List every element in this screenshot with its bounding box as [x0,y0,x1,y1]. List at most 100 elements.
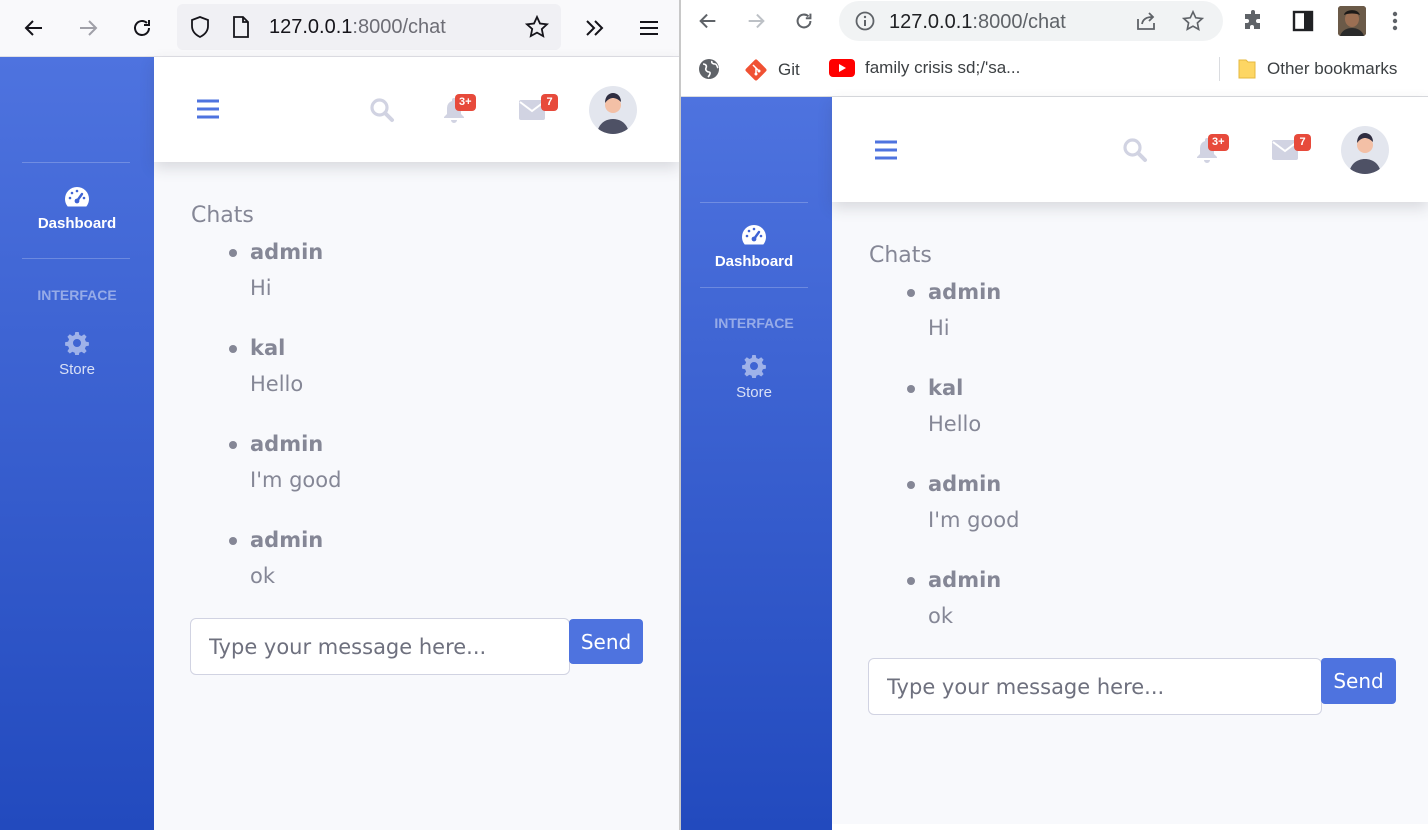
sidebar-item-dashboard[interactable]: Dashboard [681,223,827,270]
message-user: admin [250,528,324,552]
message-text: Hello [928,412,982,436]
message-text: I'm good [928,508,1020,532]
message-input[interactable] [190,618,570,675]
bookmark-other-folder[interactable]: Other bookmarks [1237,58,1397,80]
sidebar-item-store[interactable]: Store [0,331,154,378]
tachometer-icon [740,223,768,247]
info-icon[interactable] [855,11,875,31]
bookmarks-divider [1219,57,1220,81]
bullet [907,577,915,585]
bullet [907,289,915,297]
tachometer-icon [63,185,91,209]
sidebar-item-store[interactable]: Store [681,354,827,401]
gear-icon [742,354,766,378]
back-arrow-icon[interactable] [697,10,719,32]
forward-arrow-icon[interactable] [745,10,767,32]
puzzle-extensions-icon[interactable] [1243,10,1265,32]
messages-badge: 7 [1294,134,1311,151]
chats-title: Chats [191,203,254,228]
alerts-badge: 3+ [455,94,476,111]
hamburger-menu-icon[interactable] [638,16,660,40]
globe-icon[interactable] [698,58,720,80]
reload-icon[interactable] [793,10,815,32]
chat-message: kal Hello [229,334,304,398]
share-icon[interactable] [1135,10,1157,32]
bookmark-star-icon[interactable] [525,15,549,39]
address-bar[interactable]: 127.0.0.1:8000/chat [839,1,1223,41]
chrome-toolbar: 127.0.0.1:8000/chat Git family crisis sd… [681,0,1428,97]
avatar[interactable] [1341,126,1389,174]
message-text: I'm good [250,468,342,492]
chat-message: admin Hi [907,278,1002,342]
sidebar-heading: INTERFACE [714,315,794,331]
shield-icon[interactable] [189,15,211,39]
side-panel-icon[interactable] [1292,10,1314,32]
sidebar-toggle-icon[interactable] [874,139,898,161]
chat-message: admin I'm good [229,430,342,494]
address-bar[interactable]: 127.0.0.1:8000/chat [177,4,561,50]
chat-message: kal Hello [907,374,982,438]
sidebar: Dashboard INTERFACE Store [0,57,154,830]
bullet [229,249,237,257]
bullet [907,481,915,489]
sidebar-item-label: Dashboard [37,215,117,232]
back-arrow-icon[interactable] [22,16,46,40]
chat-message: admin Hi [229,238,324,302]
profile-avatar[interactable] [1338,6,1366,36]
message-user: admin [928,568,1002,592]
message-user: admin [928,472,1002,496]
bullet [229,441,237,449]
sidebar-divider [22,162,130,163]
url-text[interactable]: 127.0.0.1:8000/chat [269,16,446,39]
git-icon [744,58,768,82]
sidebar-item-label: Store [736,384,772,401]
avatar[interactable] [589,86,637,134]
search-icon[interactable] [1122,137,1148,163]
forward-arrow-icon[interactable] [76,16,100,40]
url-text[interactable]: 127.0.0.1:8000/chat [889,11,1066,34]
send-button[interactable]: Send [1321,658,1396,704]
sidebar-divider [700,287,808,288]
kebab-menu-icon[interactable] [1391,10,1399,32]
reload-icon[interactable] [130,16,154,40]
bookmark-git[interactable]: Git [744,58,800,82]
sidebar-item-dashboard[interactable]: Dashboard [0,185,154,232]
message-user: admin [250,432,324,456]
overflow-chevrons-icon[interactable] [583,16,607,40]
message-input[interactable] [868,658,1322,715]
sidebar-item-label: Dashboard [714,253,794,270]
gear-icon [65,331,89,355]
sidebar-divider [700,202,808,203]
chat-message: admin I'm good [907,470,1020,534]
bookmark-youtube[interactable]: family crisis sd;/'sa... [829,58,1020,78]
bookmark-label: Git [778,60,800,79]
message-user: admin [250,240,324,264]
youtube-icon [829,59,855,77]
message-text: Hi [928,316,950,340]
bullet [229,345,237,353]
chat-message: admin ok [907,566,1002,630]
bookmark-label: Other bookmarks [1267,59,1398,78]
bookmark-label: family crisis sd;/'sa... [865,58,1021,77]
message-user: admin [928,280,1002,304]
bullet [907,385,915,393]
message-text: ok [928,604,954,628]
folder-icon [1237,58,1257,80]
page-icon [231,16,251,38]
sidebar-item-label: Store [59,361,95,378]
message-text: ok [250,564,276,588]
message-user: kal [250,336,286,360]
chat-message: admin ok [229,526,324,590]
sidebar-divider [22,258,130,259]
sidebar: Dashboard INTERFACE Store [681,97,832,830]
bookmark-star-icon[interactable] [1182,10,1204,32]
search-icon[interactable] [369,97,395,123]
sidebar-toggle-icon[interactable] [196,98,220,120]
send-button[interactable]: Send [569,619,643,664]
bullet [229,537,237,545]
chats-title: Chats [869,243,932,268]
topbar: 3+ 7 [832,97,1428,202]
message-text: Hello [250,372,304,396]
message-user: kal [928,376,964,400]
sidebar-heading: INTERFACE [37,287,117,303]
